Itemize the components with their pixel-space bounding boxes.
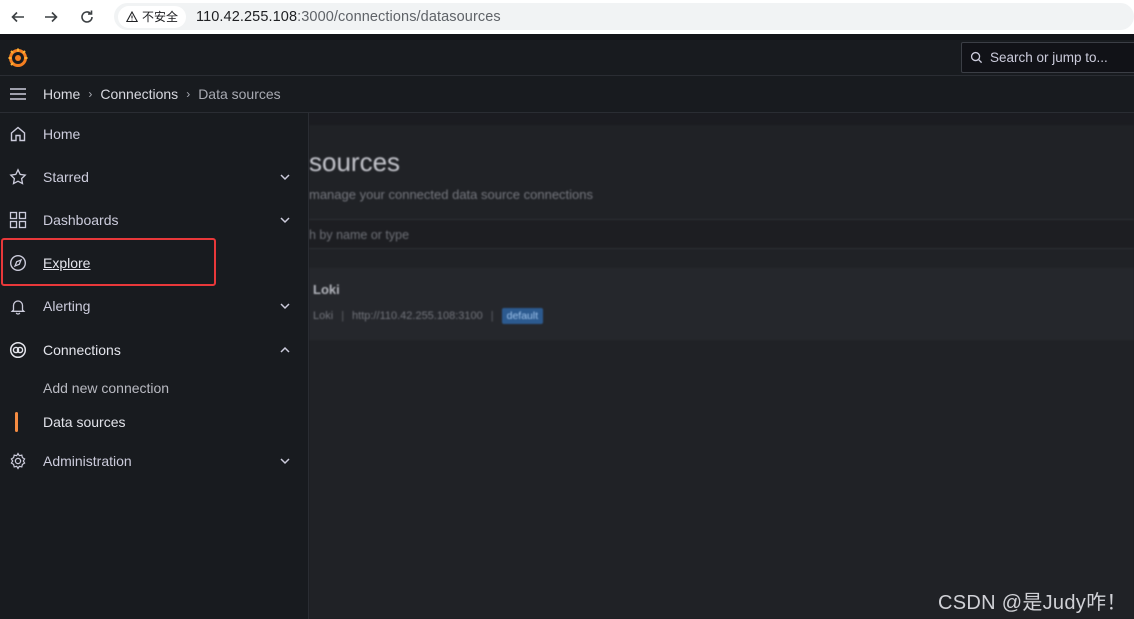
chevron-down-icon[interactable] [278,454,292,468]
search-icon [970,51,983,64]
sidebar-item-explore[interactable]: Explore [0,243,308,283]
browser-toolbar: 不安全 110.42.255.108:3000/connections/data… [0,0,1134,34]
hamburger-icon [10,88,26,100]
back-button[interactable] [0,0,36,34]
chevron-down-icon[interactable] [278,170,292,184]
breadcrumb-bar: Home › Connections › Data sources [0,76,1134,113]
warning-icon [126,10,138,22]
security-indicator[interactable]: 不安全 [118,5,187,28]
search-input[interactable]: Search or jump to... [961,42,1134,73]
url-host: 110.42.255.108 [196,8,298,25]
forward-button[interactable] [33,0,69,34]
breadcrumb-separator: › [88,87,93,101]
main-content: sources manage your connected data sourc… [309,113,1134,619]
sidebar-item-dashboards[interactable]: Dashboards [0,200,308,240]
breadcrumb: Home › Connections › Data sources [43,86,281,102]
breadcrumb-home[interactable]: Home [43,86,80,102]
sidebar-subitem-label: Data sources [43,414,126,430]
datasource-name[interactable]: Loki [313,282,340,297]
sidebar-item-label: Dashboards [43,212,119,228]
datasource-type: Loki [313,310,334,322]
datasources-page: sources manage your connected data sourc… [309,125,1134,619]
grafana-topbar: Search or jump to... [0,40,1134,76]
sidebar-subitem-data-sources[interactable]: Data sources [0,406,308,438]
default-badge: default [501,308,544,324]
grafana-logo-icon[interactable] [7,47,29,69]
chevron-down-icon[interactable] [278,213,292,227]
page-title: sources [309,147,401,177]
filter-input[interactable]: h by name or type [309,219,1134,249]
sidebar-item-label: Alerting [43,298,91,314]
page-subtitle: manage your connected data source connec… [309,187,594,202]
sidebar-item-home[interactable]: Home [0,114,308,154]
active-indicator [15,412,18,432]
connections-icon [8,340,28,360]
compass-icon [8,253,28,273]
sidebar-item-label: Administration [43,453,132,469]
datasource-card[interactable]: Loki Loki | http://110.42.255.108:3100 |… [309,268,1134,340]
breadcrumb-connections[interactable]: Connections [100,86,178,102]
breadcrumb-data-sources: Data sources [198,86,281,102]
datasource-meta: Loki | http://110.42.255.108:3100 | defa… [313,308,544,324]
meta-separator: | [341,310,345,322]
sidebar-item-label: Connections [43,342,121,358]
sidebar-item-label: Explore [43,255,91,271]
sidebar-item-label: Home [43,126,81,142]
reload-icon [81,10,93,23]
bell-icon [8,296,28,316]
sidebar-subitem-add-new-connection[interactable]: Add new connection [0,372,308,404]
menu-toggle-button[interactable] [0,76,36,113]
sidebar-item-alerting[interactable]: Alerting [0,286,308,326]
dashboards-icon [8,210,28,230]
meta-separator: | [490,310,494,322]
breadcrumb-separator: › [186,87,191,101]
filter-placeholder: h by name or type [309,228,410,242]
address-bar[interactable]: 不安全 110.42.255.108:3000/connections/data… [114,3,1134,30]
sidebar-subitem-label: Add new connection [43,380,170,396]
home-icon [8,124,28,144]
arrow-right-icon [45,11,58,23]
sidebar: Home Starred Dashboards Explore Alerting… [0,113,309,619]
star-icon [8,167,28,187]
search-placeholder: Search or jump to... [990,50,1108,65]
chevron-down-icon[interactable] [278,299,292,313]
reload-button[interactable] [69,0,105,34]
sidebar-item-connections[interactable]: Connections [0,330,308,370]
security-label: 不安全 [142,10,179,24]
watermark: CSDN @是Judy咋！ [938,592,1127,614]
sidebar-item-administration[interactable]: Administration [0,441,308,481]
datasource-url: http://110.42.255.108:3100 [352,310,483,322]
url-path: :3000/connections/datasources [297,8,501,25]
chevron-up-icon[interactable] [278,343,292,357]
arrow-left-icon [11,11,24,23]
gear-icon [8,451,28,471]
sidebar-item-starred[interactable]: Starred [0,157,308,197]
sidebar-item-label: Starred [43,169,89,185]
url-text: 110.42.255.108:3000/connections/datasour… [196,9,501,25]
